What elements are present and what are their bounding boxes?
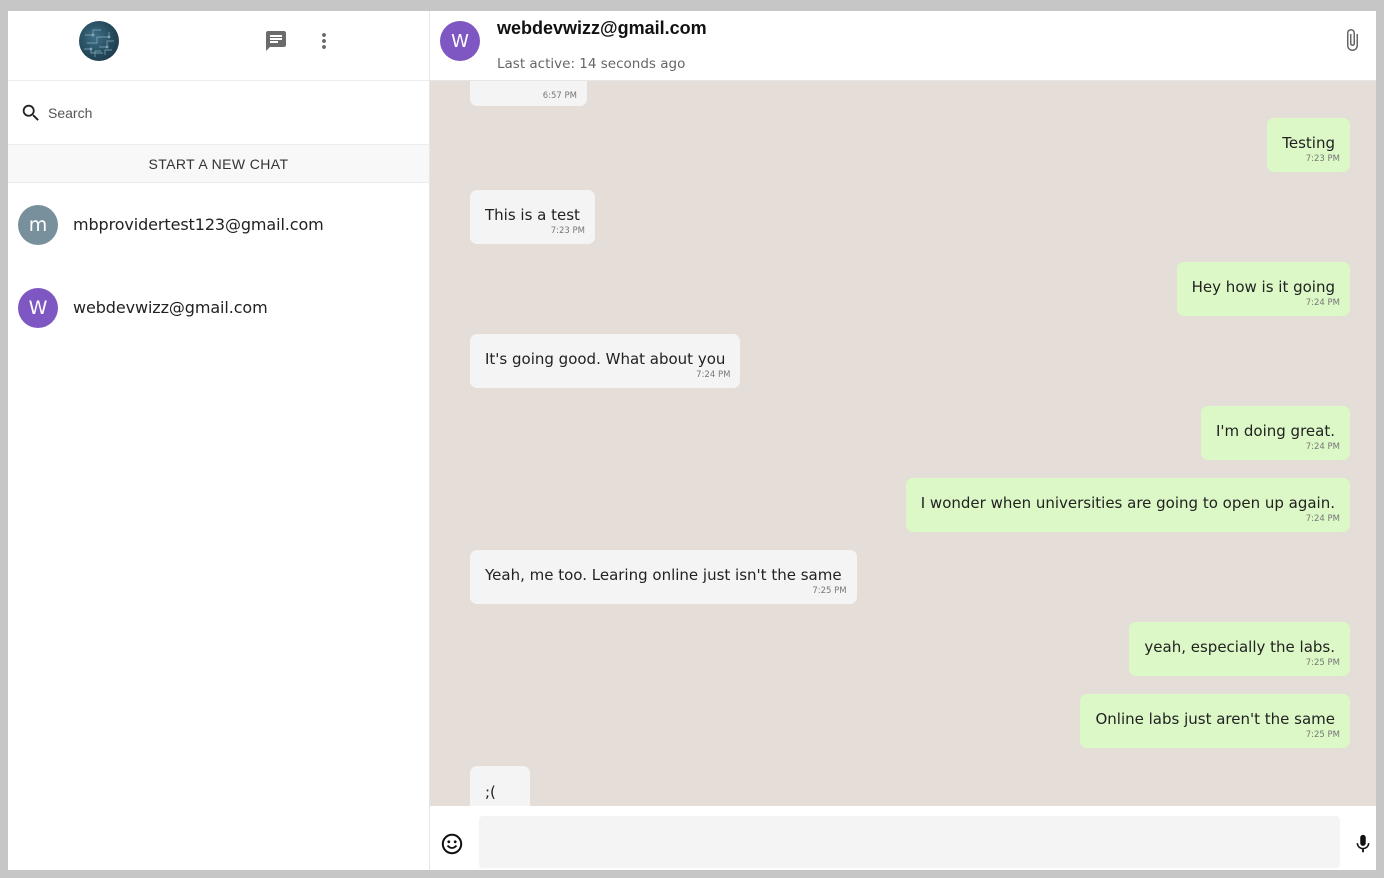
message-time: 6:57 PM [542, 91, 577, 101]
chat-title: webdevwizz@gmail.com [497, 18, 707, 38]
message-time: 7:24 PM [696, 370, 731, 380]
message-input[interactable] [479, 816, 1340, 868]
message-incoming: It's going good. What about you 7:24 PM [470, 334, 741, 388]
message-outgoing: I wonder when universities are going to … [905, 478, 1350, 532]
message-time: 7:24 PM [1305, 298, 1340, 308]
chat-icon[interactable] [264, 29, 288, 53]
contact-email: mbprovidertest123@gmail.com [73, 215, 324, 234]
search-input[interactable] [48, 104, 388, 121]
message-text: It's going good. What about you [485, 350, 726, 368]
message-outgoing: Online labs just aren't the same 7:25 PM [1080, 694, 1350, 748]
message-time: 7:25 PM [812, 586, 847, 596]
contact-item[interactable]: W webdevwizz@gmail.com [8, 266, 429, 349]
chat-contact-avatar[interactable]: W [440, 21, 480, 61]
sidebar-header [8, 11, 429, 81]
message-incoming: 6:57 PM [470, 81, 587, 106]
search-icon [22, 104, 39, 121]
message-text: Yeah, me too. Learing online just isn't … [485, 566, 842, 584]
message-text: This is a test [485, 206, 580, 224]
contact-email: webdevwizz@gmail.com [73, 298, 268, 317]
message-time: 7:23 PM [1305, 154, 1340, 164]
message-outgoing: yeah, especially the labs. 7:25 PM [1129, 622, 1350, 676]
message-time: 7:24 PM [1305, 442, 1340, 452]
message-text: yeah, especially the labs. [1144, 638, 1335, 656]
message-time: 7:25 PM [1305, 658, 1340, 668]
message-text [485, 81, 572, 89]
start-new-chat-button[interactable]: START A NEW CHAT [8, 145, 429, 183]
paperclip-icon[interactable] [1340, 28, 1364, 52]
more-vert-icon[interactable] [312, 29, 336, 53]
message-time: 7:25 PM [1305, 730, 1340, 740]
contact-avatar: m [18, 204, 58, 245]
message-outgoing: Testing 7:23 PM [1267, 118, 1350, 172]
message-outgoing: Hey how is it going 7:24 PM [1176, 262, 1350, 316]
emoji-icon[interactable] [440, 832, 464, 856]
search-bar [8, 81, 429, 145]
sidebar: START A NEW CHAT m mbprovidertest123@gma… [8, 11, 430, 870]
chat-app: START A NEW CHAT m mbprovidertest123@gma… [8, 11, 1376, 870]
message-text: I'm doing great. [1215, 422, 1335, 440]
message-time: 7:24 PM [1305, 514, 1340, 524]
message-list: 6:57 PM Testing 7:23 PM This is a test 7… [430, 81, 1376, 806]
message-text: Hey how is it going [1191, 278, 1335, 296]
contact-item[interactable]: m mbprovidertest123@gmail.com [8, 183, 429, 266]
message-text: Testing [1282, 134, 1335, 152]
mic-icon[interactable] [1352, 832, 1374, 856]
message-composer [430, 806, 1376, 870]
user-avatar[interactable] [79, 21, 119, 61]
chat-header: W webdevwizz@gmail.com Last active: 14 s… [430, 11, 1376, 81]
contact-avatar: W [18, 287, 58, 328]
chat-panel: W webdevwizz@gmail.com Last active: 14 s… [430, 11, 1376, 870]
message-incoming: Yeah, me too. Learing online just isn't … [470, 550, 857, 604]
message-outgoing: I'm doing great. 7:24 PM [1200, 406, 1350, 460]
message-text: Online labs just aren't the same [1095, 710, 1335, 728]
last-active-status: Last active: 14 seconds ago [497, 56, 686, 72]
message-incoming: ;( [470, 766, 530, 806]
message-text: ;( [485, 783, 496, 801]
message-incoming: This is a test 7:23 PM [470, 190, 595, 244]
message-time: 7:23 PM [550, 226, 585, 236]
message-text: I wonder when universities are going to … [920, 494, 1335, 512]
